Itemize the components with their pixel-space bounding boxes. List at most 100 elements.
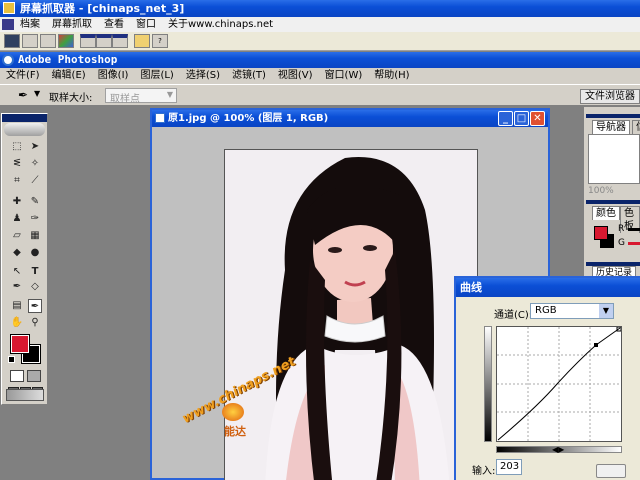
color-r-label: R <box>618 224 625 234</box>
capture-menu-window[interactable]: 窗口 <box>130 17 162 32</box>
clone-stamp-tool-icon[interactable]: ♟ <box>10 212 24 226</box>
marquee-tool-icon[interactable]: ⬚ <box>10 140 24 154</box>
fullscreen-icon[interactable] <box>96 34 112 48</box>
pen-tool-icon[interactable]: ✒ <box>10 280 24 294</box>
tool-preset-arrow-icon[interactable]: ▼ <box>34 89 40 98</box>
blur-tool-icon[interactable]: ◆ <box>10 246 24 260</box>
navigator-preview <box>588 134 640 184</box>
ps-menu-select[interactable]: 选择(S) <box>180 68 226 83</box>
watermark-logo: www.chinaps.net 能达 <box>180 354 298 447</box>
file-browser-tab[interactable]: 文件浏览器 <box>580 89 640 104</box>
ps-menu-help[interactable]: 帮助(H) <box>368 68 415 83</box>
color-panel: 颜色 色板 R G <box>586 200 640 260</box>
document-title-bar: 原1.jpg @ 100% (图层 1, RGB) _ □ ✕ <box>152 110 548 127</box>
curves-graph[interactable] <box>496 326 622 442</box>
ps-menu-layer[interactable]: 图层(L) <box>134 68 179 83</box>
hand-icon[interactable] <box>134 34 150 48</box>
sample-size-label: 取样大小: <box>49 93 93 104</box>
photoshop-menu-bar: 文件(F) 编辑(E) 图像(I) 图层(L) 选择(S) 滤镜(T) 视图(V) 窗口(W)… <box>0 68 640 84</box>
crop-tool-icon[interactable]: ⌗ <box>10 174 24 188</box>
capture-menu-capture[interactable]: 屏幕抓取 <box>46 17 98 32</box>
eyedropper-icon[interactable]: ✒ <box>18 89 28 101</box>
path-selection-tool-icon[interactable]: ↖ <box>10 265 24 279</box>
capture-app-icon <box>3 2 15 14</box>
channel-value: RGB <box>535 305 557 316</box>
curves-dialog: 曲线 通道(C): RGB ▼ ◀▶ 输入: 203 <box>454 276 640 480</box>
magic-wand-tool-icon[interactable]: ✧ <box>28 157 42 171</box>
healing-brush-tool-icon[interactable]: ✚ <box>10 195 24 209</box>
document-icon <box>155 113 165 123</box>
file-browser-tab-label: 文件浏览器 <box>585 91 635 102</box>
tab-navigator[interactable]: 导航器 <box>592 120 630 134</box>
maximize-button[interactable]: □ <box>514 111 529 126</box>
zoom-tool-icon[interactable]: ⚲ <box>28 316 42 330</box>
eyedropper-tool-icon[interactable]: ✒ <box>28 299 42 313</box>
curve-control-point <box>594 343 598 347</box>
curves-grid <box>497 326 622 441</box>
capture-title-text: 屏幕抓取器 - [chinaps_net_3] <box>20 2 185 15</box>
toolbox-header <box>2 114 47 122</box>
foreground-color-swatch[interactable] <box>10 334 30 354</box>
slice-tool-icon[interactable]: ⟋ <box>28 174 42 188</box>
sample-size-value: 取样点 <box>110 94 140 105</box>
image-icon[interactable] <box>58 34 74 48</box>
capture-menu-about[interactable]: 关于www.chinaps.net <box>162 17 279 32</box>
ps-menu-window[interactable]: 窗口(W) <box>319 68 369 83</box>
quick-mask-standard-icon[interactable] <box>10 370 24 382</box>
sample-size-select[interactable]: 取样点 ▼ <box>105 88 177 105</box>
color-r-slider[interactable] <box>628 228 640 231</box>
color-g-label: G <box>618 238 625 248</box>
capture-title-bar: 屏幕抓取器 - [chinaps_net_3] <box>0 0 640 17</box>
color-g-slider[interactable] <box>628 242 640 245</box>
brush-tool-icon[interactable]: ✎ <box>28 195 42 209</box>
print-icon[interactable] <box>22 34 38 48</box>
quick-mask-mode-icon[interactable] <box>27 370 41 382</box>
input-label: 输入: <box>472 466 496 477</box>
notes-tool-icon[interactable]: ▤ <box>10 299 24 313</box>
ps-menu-view[interactable]: 视图(V) <box>272 68 319 83</box>
input-value: 203 <box>500 461 520 472</box>
capture-menu-bar: 档案 屏幕抓取 查看 窗口 关于www.chinaps.net <box>0 17 640 32</box>
minimize-button[interactable]: _ <box>498 111 513 126</box>
toolbox-logo <box>4 123 45 136</box>
region-icon[interactable] <box>112 34 128 48</box>
default-colors-icon[interactable] <box>8 356 15 363</box>
type-tool-icon[interactable]: T <box>28 265 42 279</box>
ps-menu-image[interactable]: 图像(I) <box>92 68 135 83</box>
channel-dropdown-icon: ▼ <box>599 304 613 318</box>
imageready-jump-button[interactable] <box>6 389 44 401</box>
input-value-field[interactable]: 203 <box>496 459 522 475</box>
tab-info[interactable]: 信 <box>632 120 640 134</box>
gradient-tool-icon[interactable]: ▦ <box>28 229 42 243</box>
close-button[interactable]: ✕ <box>530 111 545 126</box>
watermark-emblem-icon <box>222 403 244 421</box>
copy-icon[interactable] <box>40 34 56 48</box>
tab-color[interactable]: 颜色 <box>592 206 620 220</box>
move-tool-icon[interactable]: ➤ <box>28 140 42 154</box>
curves-options-button[interactable] <box>596 464 626 478</box>
window-icon[interactable] <box>80 34 96 48</box>
channel-select[interactable]: RGB ▼ <box>530 303 614 319</box>
ps-menu-edit[interactable]: 编辑(E) <box>46 68 92 83</box>
lasso-tool-icon[interactable]: ᓬ <box>10 157 24 171</box>
shape-tool-icon[interactable]: ◇ <box>28 280 42 294</box>
channel-label: 通道(C): <box>494 310 533 321</box>
color-panel-fg-swatch[interactable] <box>594 226 608 240</box>
navigator-zoom[interactable]: 100% <box>588 186 614 196</box>
gradient-toggle-icon[interactable]: ◀▶ <box>552 445 564 454</box>
help-icon[interactable]: ? <box>152 34 168 48</box>
capture-menu-view[interactable]: 查看 <box>98 17 130 32</box>
photoshop-title-text: Adobe Photoshop <box>18 53 118 66</box>
history-brush-tool-icon[interactable]: ✑ <box>28 212 42 226</box>
eraser-tool-icon[interactable]: ▱ <box>10 229 24 243</box>
dodge-tool-icon[interactable]: ● <box>28 246 42 260</box>
ps-menu-filter[interactable]: 滤镜(T) <box>226 68 272 83</box>
ps-menu-file[interactable]: 文件(F) <box>0 68 46 83</box>
watermark-caption: 能达 <box>224 425 246 438</box>
save-icon[interactable] <box>4 34 20 48</box>
curves-title-bar: 曲线 <box>456 278 640 297</box>
capture-menu-file[interactable]: 档案 <box>14 17 46 32</box>
photoshop-icon <box>2 54 14 66</box>
hand-tool-icon[interactable]: ✋ <box>10 316 24 330</box>
chevron-down-icon: ▼ <box>166 90 173 99</box>
